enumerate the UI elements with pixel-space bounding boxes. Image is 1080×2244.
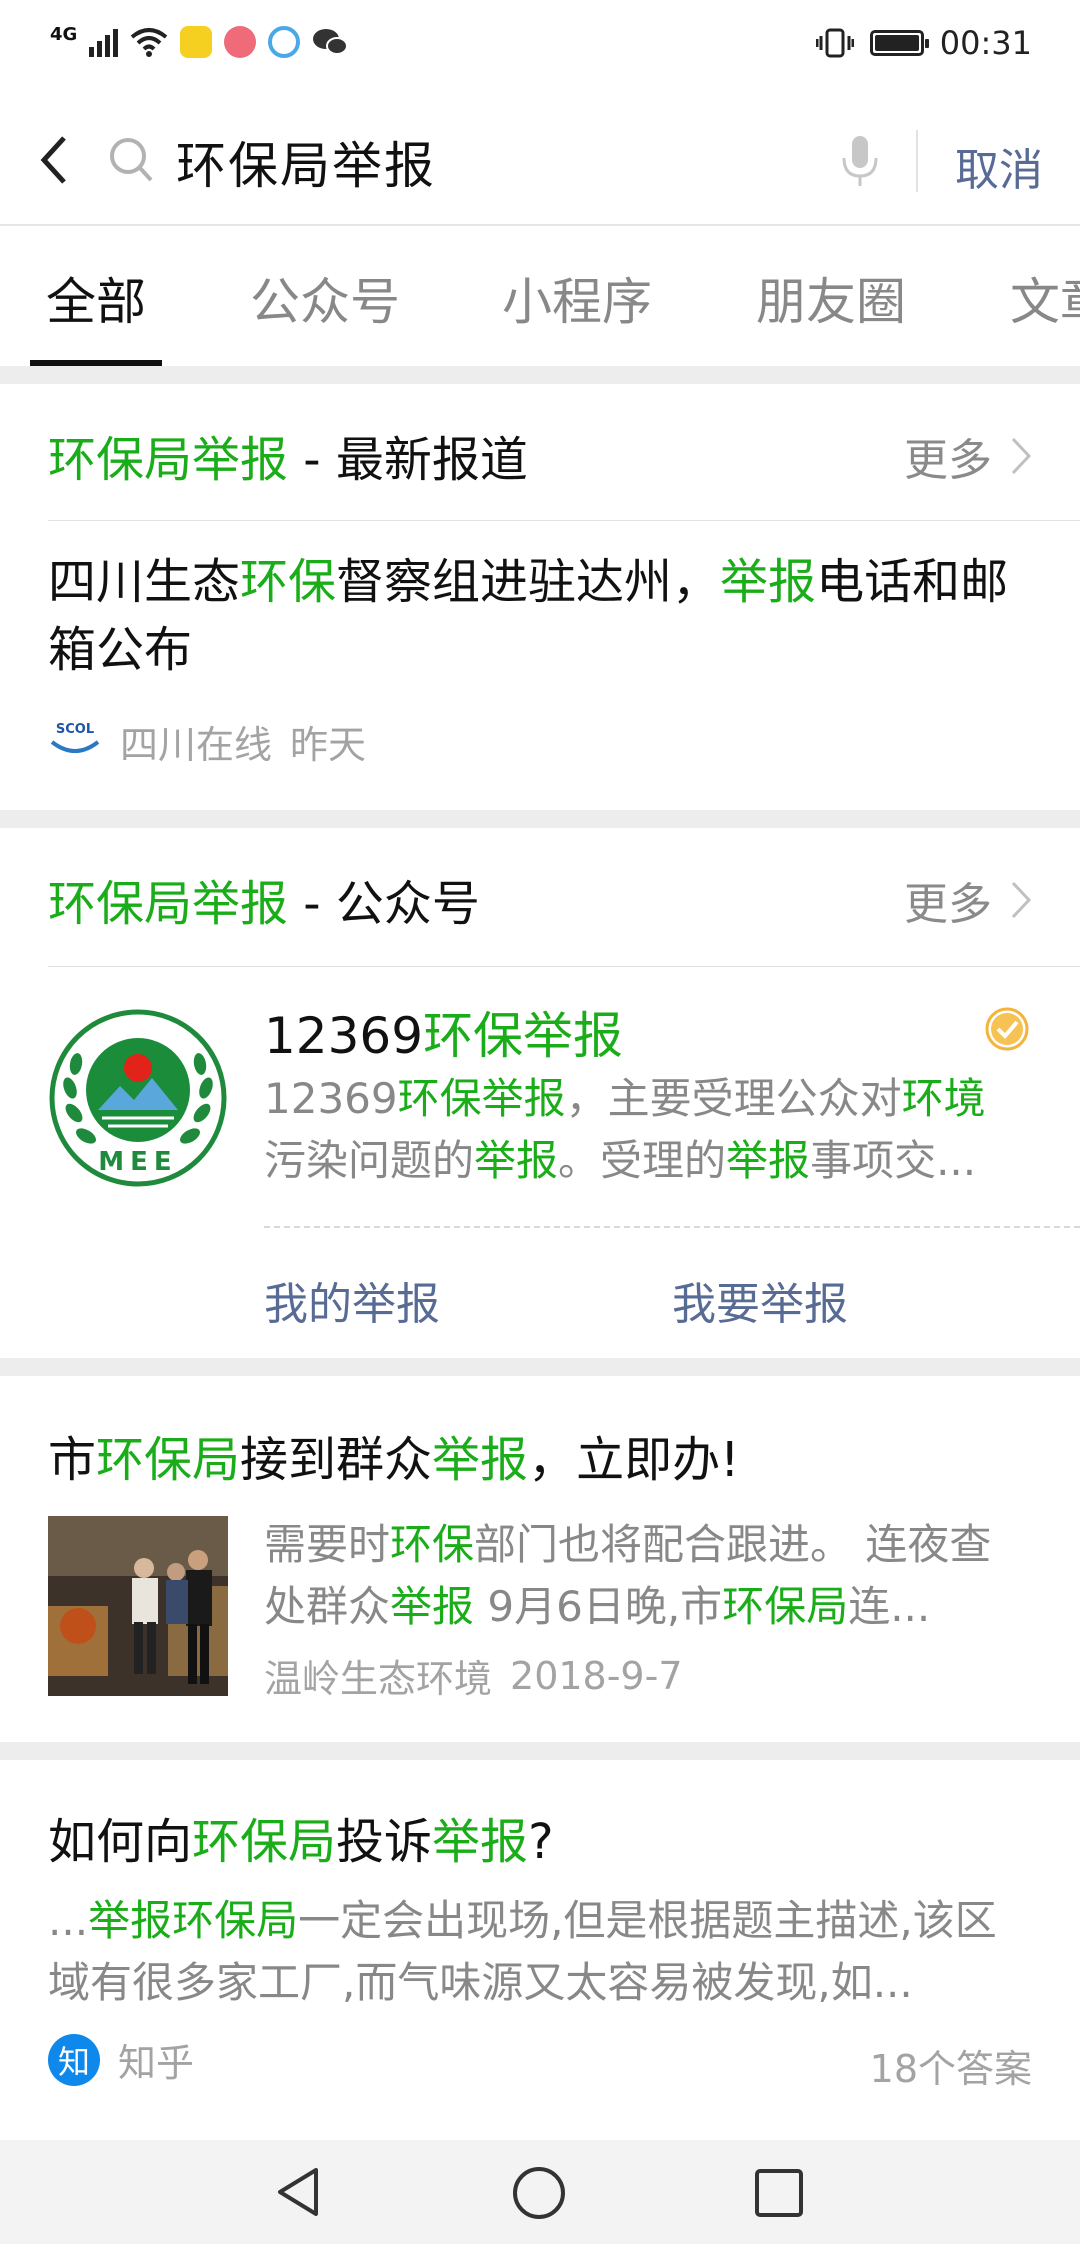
- divider: [48, 520, 1080, 521]
- tab-moments[interactable]: 朋友圈: [756, 262, 906, 334]
- chevron-right-icon: [1011, 437, 1032, 475]
- nav-back-icon[interactable]: [270, 2164, 326, 2220]
- tab-mini-programs[interactable]: 小程序: [502, 262, 652, 334]
- verified-badge-icon: [985, 1007, 1029, 1051]
- news-section-title: 环保局举报 - 最新报道: [48, 432, 528, 488]
- article-meta: 温岭生态环境 2018-9-7: [264, 1648, 683, 1703]
- account-avatar[interactable]: MEE: [48, 1008, 228, 1188]
- back-icon[interactable]: [30, 130, 80, 190]
- tab-all[interactable]: 全部: [46, 262, 146, 334]
- app-notification-icon: [224, 26, 257, 58]
- article-date: 2018-9-7: [510, 1653, 683, 1698]
- news-section: 环保局举报 - 最新报道 更多 四川生态环保督察组进驻达州，举报电话和邮箱公布 …: [0, 384, 1080, 810]
- tab-articles[interactable]: 文章: [1010, 262, 1080, 334]
- account-description: 12369环保举报，主要受理公众对环境污染问题的举报。受理的举报事项交...: [264, 1074, 986, 1185]
- search-header: 环保局举报 取消: [0, 96, 1080, 226]
- article-description: 需要时环保部门也将配合跟进。 连夜查处群众举报 9月6日晚,市环保局连...: [264, 1520, 992, 1631]
- chevron-right-icon: [1011, 881, 1032, 919]
- app-notification-icon: [268, 26, 301, 58]
- zhihu-icon: 知: [48, 2033, 100, 2086]
- news-more-link[interactable]: 更多: [904, 424, 1032, 488]
- article-source: 温岭生态环境: [264, 1657, 493, 1701]
- vibrate-icon: [815, 28, 854, 58]
- news-source: 四川在线: [120, 723, 273, 767]
- divider: [916, 130, 918, 192]
- account-section-title: 环保局举报 - 公众号: [48, 876, 480, 932]
- article-title[interactable]: 市环保局接到群众举报，立即办!: [48, 1420, 1038, 1490]
- qa-meta: 知 知乎: [48, 2032, 194, 2087]
- wechat-icon: [313, 29, 349, 55]
- news-item-meta: SCOL 四川在线 昨天: [48, 714, 366, 769]
- signal-icon: [89, 27, 119, 57]
- clock: 00:31: [939, 24, 1032, 62]
- account-name[interactable]: 12369环保举报: [264, 996, 623, 1068]
- microphone-icon[interactable]: [840, 134, 880, 188]
- app-notification-icon: [180, 26, 213, 58]
- divider: [264, 1226, 1080, 1228]
- answer-count: 18个答案: [869, 2047, 1032, 2091]
- account-more-link[interactable]: 更多: [904, 868, 1032, 932]
- menu-my-reports[interactable]: 我的举报: [264, 1268, 440, 1332]
- network-type: 4G: [50, 23, 78, 45]
- article-result[interactable]: 市环保局接到群众举报，立即办! 需要时环保部门也将配合跟进。 连夜查处群众举报 …: [0, 1376, 1080, 1742]
- search-icon: [110, 138, 153, 182]
- logo-text: MEE: [98, 1147, 177, 1177]
- wifi-icon: [131, 28, 168, 57]
- nav-home-icon[interactable]: [510, 2164, 568, 2222]
- search-category-tabs: 全部 公众号 小程序 朋友圈 文章: [0, 226, 1080, 366]
- account-section: 环保局举报 - 公众号 更多 MEE 12369环保举报 12369环保举报，主…: [0, 828, 1080, 1358]
- battery-icon: [869, 30, 929, 56]
- status-bar: 4G 00:31: [0, 0, 1080, 96]
- qa-source: 知乎: [118, 2041, 195, 2085]
- system-navigation-bar: [0, 2140, 1080, 2244]
- qa-result[interactable]: 如何向环保局投诉举报? ...举报环保局一定会出现场,但是根据题主描述,该区域有…: [0, 1760, 1080, 2140]
- article-thumbnail: [48, 1516, 228, 1696]
- tab-official-accounts[interactable]: 公众号: [250, 262, 400, 334]
- news-time: 昨天: [290, 723, 367, 767]
- news-item-title[interactable]: 四川生态环保督察组进驻达州，举报电话和邮箱公布: [48, 548, 1038, 684]
- qa-title[interactable]: 如何向环保局投诉举报?: [48, 1802, 1038, 1872]
- cancel-button[interactable]: 取消: [955, 134, 1043, 198]
- qa-description: ...举报环保局一定会出现场,但是根据题主描述,该区域有很多家工厂,而气味源又太…: [48, 1896, 997, 2007]
- active-tab-indicator: [30, 360, 162, 366]
- divider: [48, 966, 1080, 967]
- source-logo: SCOL: [48, 722, 102, 762]
- search-input[interactable]: 环保局举报: [176, 126, 436, 198]
- nav-recents-icon[interactable]: [752, 2166, 806, 2220]
- menu-submit-report[interactable]: 我要举报: [672, 1268, 848, 1332]
